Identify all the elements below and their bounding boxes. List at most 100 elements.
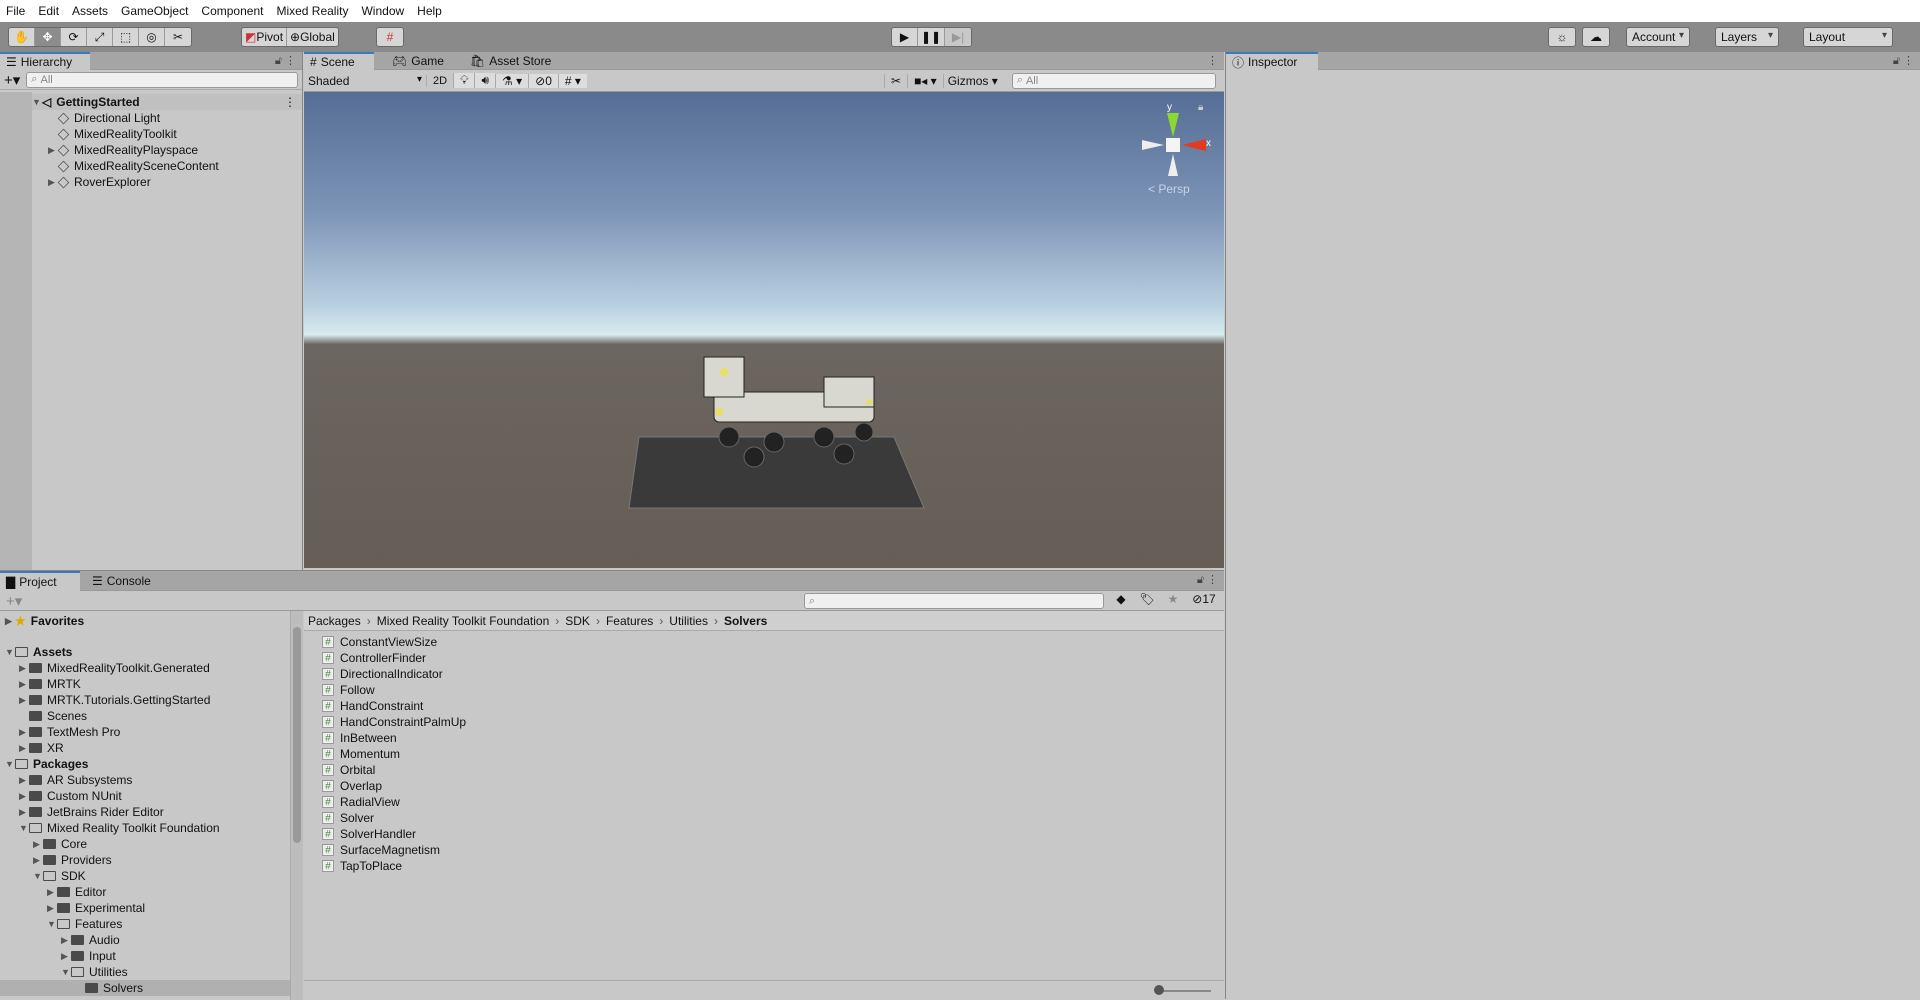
rotate-tool-icon[interactable]: ⟳ [61, 28, 87, 46]
slider-handle[interactable] [1154, 985, 1164, 995]
tab-console[interactable]: ☰ Console [86, 571, 157, 591]
tree-item[interactable]: ▶ JetBrains Rider Editor [0, 804, 290, 820]
menu-item[interactable]: File [6, 4, 25, 18]
file-item[interactable]: # TapToPlace [322, 858, 402, 874]
file-item[interactable]: # InBetween [322, 730, 397, 746]
tree-item[interactable]: ▶ Experimental [0, 900, 290, 916]
file-item[interactable]: # RadialView [322, 794, 400, 810]
tree-item[interactable]: Scenes [0, 708, 290, 724]
file-item[interactable]: # ControllerFinder [322, 650, 426, 666]
file-item[interactable]: # SolverHandler [322, 826, 416, 842]
expand-arrow-icon[interactable]: ▶ [19, 727, 29, 738]
shading-dropdown[interactable]: Shaded ▾ [304, 74, 426, 88]
expand-arrow-icon[interactable]: ▼ [33, 871, 43, 881]
tab-game[interactable]: 🎮︎ Game [386, 52, 450, 70]
tree-item[interactable]: ▶ MRTK.Tutorials.GettingStarted [0, 692, 290, 708]
tree-item[interactable]: ▼ Utilities [0, 964, 290, 980]
breadcrumb-item[interactable]: SDK [565, 614, 590, 628]
menu-item[interactable]: Edit [38, 4, 59, 18]
expand-arrow-icon[interactable]: ▼ [61, 967, 71, 977]
toggle-2d-button[interactable]: 2D [426, 74, 453, 87]
file-item[interactable]: # Orbital [322, 762, 375, 778]
expand-arrow-icon[interactable]: ▶ [33, 839, 43, 850]
create-button[interactable]: +▾ [6, 592, 22, 610]
expand-arrow-icon[interactable]: ▶ [19, 743, 29, 754]
expand-arrow-icon[interactable]: ▼ [5, 647, 15, 657]
panel-menu-icon[interactable]: ⋮ [1207, 54, 1218, 67]
expand-arrow-icon[interactable]: ▶ [19, 679, 29, 690]
menu-item[interactable]: Component [201, 4, 263, 18]
tree-item[interactable]: ▶ Custom NUnit [0, 788, 290, 804]
menu-item[interactable]: Window [361, 4, 404, 18]
create-button[interactable]: +▾ [4, 71, 20, 89]
expand-arrow-icon[interactable]: ▶ [19, 663, 29, 674]
tree-item[interactable]: ▶ MRTK [0, 676, 290, 692]
menu-item[interactable]: Mixed Reality [276, 4, 348, 18]
panel-lock-icon[interactable]: 🔓︎ ⋮ [1197, 573, 1218, 587]
tree-item[interactable]: ▶ Providers [0, 852, 290, 868]
tab-hierarchy[interactable]: ☰ Hierarchy [0, 52, 90, 70]
gizmos-dropdown[interactable]: Gizmos ▾ [942, 73, 1002, 88]
expand-arrow-icon[interactable]: ▼ [19, 823, 29, 833]
tree-item[interactable]: ▶ AR Subsystems [0, 772, 290, 788]
expand-arrow-icon[interactable]: ▶ [47, 887, 57, 898]
layout-dropdown[interactable]: Layout [1803, 27, 1893, 47]
tree-item[interactable]: ▼ Packages [0, 756, 290, 772]
hidden-packages-toggle[interactable]: ⊘17 [1186, 592, 1222, 606]
tree-item[interactable]: ▶ Core [0, 836, 290, 852]
breadcrumb-item[interactable]: Solvers [724, 614, 767, 628]
tree-item[interactable]: ▶ Editor [0, 884, 290, 900]
scene-viewport[interactable]: y x 🔒︎ < Persp [304, 92, 1224, 568]
tab-project[interactable]: ▇ Project [0, 571, 80, 591]
file-item[interactable]: # Momentum [322, 746, 400, 762]
panel-lock-icon[interactable]: 🔓︎ ⋮ [1893, 54, 1914, 68]
hand-tool-icon[interactable]: ✋ [9, 28, 35, 46]
expand-arrow-icon[interactable]: ▶ [19, 791, 29, 802]
tab-asset-store[interactable]: 🛍︎ Asset Store [464, 52, 557, 70]
file-item[interactable]: # Solver [322, 810, 374, 826]
tree-item[interactable]: ▶ Input [0, 948, 290, 964]
lighting-toggle-icon[interactable]: 💡︎ [453, 73, 475, 88]
tree-item[interactable]: ▼ Assets [0, 644, 290, 660]
favorite-star-icon[interactable]: ★ [1160, 592, 1186, 606]
step-button[interactable]: ▶| [945, 28, 972, 46]
menu-item[interactable]: Help [417, 4, 442, 18]
file-item[interactable]: # Overlap [322, 778, 382, 794]
hierarchy-item[interactable]: Directional Light [48, 110, 160, 126]
pivot-button[interactable]: ◩ Pivot [242, 28, 288, 46]
project-search[interactable]: ⌕ [804, 593, 1104, 609]
tree-item[interactable]: ▶ XR [0, 740, 290, 756]
expand-arrow-icon[interactable]: ▶ [19, 775, 29, 786]
global-button[interactable]: ⊕ Global [287, 28, 338, 46]
camera-dropdown[interactable]: ■◂ ▾ [907, 73, 943, 88]
expand-arrow-icon[interactable]: ▶ [61, 951, 71, 962]
expand-arrow-icon[interactable]: ▶ [19, 695, 29, 706]
tab-inspector[interactable]: ⓘ Inspector [1226, 52, 1318, 70]
tree-item[interactable]: ▶ TextMesh Pro [0, 724, 290, 740]
scene-menu-icon[interactable]: ⋮ [284, 95, 296, 109]
tree-item[interactable]: Solvers [0, 980, 290, 996]
transform-tool-icon[interactable]: ◎ [139, 28, 165, 46]
expand-arrow-icon[interactable]: ▼ [47, 919, 57, 929]
expand-arrow-icon[interactable]: ▶ [33, 855, 43, 866]
hierarchy-item[interactable]: ▶ RoverExplorer [48, 174, 151, 190]
expand-arrow-icon[interactable]: ▶ [19, 807, 29, 818]
hidden-objects-toggle[interactable]: ⊘0 [528, 73, 558, 88]
projection-toggle[interactable]: < Persp [1148, 182, 1190, 196]
expand-arrow-icon[interactable]: ▼ [5, 759, 15, 769]
panel-lock-icon[interactable]: 🔓︎ ⋮ [275, 54, 296, 68]
tools-icon[interactable]: ✂ [884, 73, 907, 88]
breadcrumb-item[interactable]: Mixed Reality Toolkit Foundation [377, 614, 550, 628]
breadcrumb-item[interactable]: Utilities [669, 614, 708, 628]
pause-button[interactable]: ❚❚ [918, 28, 946, 46]
tab-scene[interactable]: # Scene [304, 52, 374, 70]
tree-item[interactable]: ▼ Features [0, 916, 290, 932]
expand-arrow-icon[interactable]: ▶ [5, 616, 15, 627]
rect-tool-icon[interactable]: ⬚ [113, 28, 139, 46]
filter-type-icon[interactable]: ◆ [1108, 592, 1134, 606]
grid-snap-icon[interactable]: # [377, 28, 403, 46]
breadcrumb-item[interactable]: Features [606, 614, 653, 628]
file-item[interactable]: # Follow [322, 682, 375, 698]
icon-size-slider[interactable] [1156, 990, 1211, 992]
tree-item[interactable]: ▶ Audio [0, 932, 290, 948]
